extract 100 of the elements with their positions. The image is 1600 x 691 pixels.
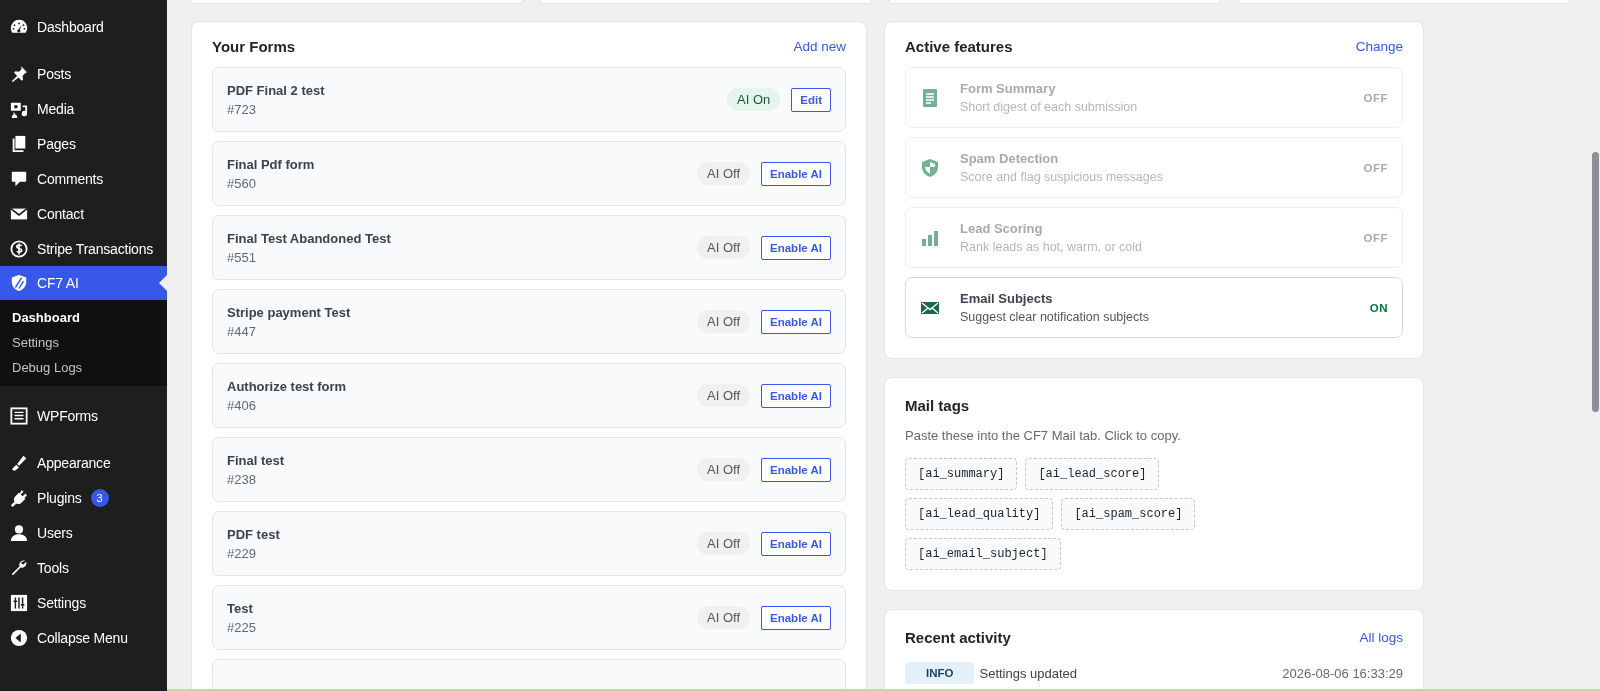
form-id: #560 (227, 175, 257, 191)
panel-description: Paste these into the CF7 Mail tab. Click to copy. (905, 428, 1182, 443)
feature-title: Lead Scoring (960, 221, 1044, 236)
form-row[interactable]: Authorize test form #406 AI Off Enable AI (212, 363, 846, 428)
form-name: Stripe payment Test (227, 304, 352, 320)
feature-state: OFF (1363, 91, 1388, 104)
edit-button[interactable]: Edit (791, 87, 831, 112)
mail-tag-chip[interactable]: [ai_summary] (905, 458, 1018, 490)
enable-ai-button[interactable]: Enable AI (761, 309, 831, 334)
feature-description: Suggest clear notification subjects (960, 310, 1150, 324)
menu-item[interactable]: WPForms (0, 398, 167, 433)
menu-item[interactable]: Users (0, 515, 167, 550)
feature-state: OFF (1363, 161, 1388, 174)
pages-icon (10, 134, 28, 153)
menu-item[interactable]: Media (0, 91, 167, 126)
pin-icon (10, 64, 28, 83)
menu-item[interactable]: Settings (0, 585, 167, 620)
enable-ai-button[interactable]: Enable AI (761, 457, 831, 482)
enable-ai-button[interactable]: Enable AI (761, 605, 831, 630)
ai-status-pill: AI Off (697, 532, 750, 555)
menu-item[interactable]: CF7 AI (0, 266, 167, 300)
form-id: #238 (227, 471, 257, 487)
form-name: Final Pdf form (227, 156, 316, 172)
ai-status-pill: AI Off (697, 236, 750, 259)
ai-status-pill: AI Off (697, 310, 750, 333)
shield-icon (920, 157, 940, 178)
enable-ai-button[interactable]: Enable AI (761, 235, 831, 260)
form-row[interactable]: PDF test #229 AI Off Enable AI (212, 511, 846, 576)
form-name: Final test (227, 452, 286, 468)
menu-item[interactable]: Tools (0, 550, 167, 585)
form-id: #551 (227, 249, 257, 265)
sliders-icon (10, 593, 28, 612)
form-name: PDF Final 2 test (227, 82, 326, 98)
enable-ai-button[interactable]: Enable AI (761, 383, 831, 408)
count-badge: 3 (90, 488, 109, 507)
form-name: Authorize test form (227, 378, 348, 394)
menu-item[interactable]: Comments (0, 161, 167, 196)
menu-item[interactable]: Stripe Transactions (0, 231, 167, 266)
enable-ai-button[interactable]: Enable AI (761, 531, 831, 556)
wrench-icon (10, 558, 28, 577)
mail-tag-chip[interactable]: [ai_lead_score] (1025, 458, 1160, 490)
form-row[interactable]: Test #225 AI Off Enable AI (212, 585, 846, 650)
document-icon (920, 87, 940, 108)
dollar-circle-icon (10, 239, 28, 258)
feature-description: Score and flag suspicious messages (960, 170, 1164, 184)
feature-title: Spam Detection (960, 151, 1060, 166)
mail-tag-chip[interactable]: [ai_email_subject] (905, 538, 1061, 570)
mail-tag-chip[interactable]: [ai_spam_score] (1061, 498, 1196, 530)
form-row[interactable]: Final test #238 AI Off Enable AI (212, 437, 846, 502)
paintbrush-icon (10, 453, 28, 472)
ai-status-pill: AI Off (697, 606, 750, 629)
enable-ai-button[interactable]: Enable AI (761, 161, 831, 186)
scrollbar-thumb[interactable] (1592, 152, 1599, 412)
form-id: #447 (227, 323, 257, 339)
mail-tag-chip[interactable]: [ai_lead_quality] (905, 498, 1054, 530)
menu-item[interactable]: Pages (0, 126, 167, 161)
form-name: Final Test Abandoned Test (227, 230, 392, 246)
panel-title: Recent activity (905, 629, 1011, 646)
menu-item[interactable]: Plugins 3 (0, 480, 167, 515)
feature-description: Rank leads as hot, warm, or cold (960, 240, 1144, 254)
submenu-item[interactable]: Debug Logs (0, 355, 95, 380)
form-id: #225 (227, 619, 257, 635)
add-new-link[interactable]: Add new (793, 39, 846, 54)
speech-bubble-icon (10, 169, 28, 188)
feature-title: Email Subjects (960, 291, 1054, 306)
change-link[interactable]: Change (1355, 39, 1403, 54)
form-row[interactable]: Final Test Abandoned Test #551 AI Off Enable AI (212, 215, 846, 280)
menu-item[interactable]: Posts (0, 56, 167, 91)
ai-status-pill: AI Off (697, 384, 750, 407)
menu-item[interactable]: Appearance (0, 445, 167, 480)
form-name: PDF test (227, 526, 281, 542)
ai-status-pill: AI Off (697, 162, 750, 185)
log-level-badge: INFO (905, 662, 975, 684)
form-list-icon (10, 406, 28, 425)
dashboard-gauge-icon (10, 17, 28, 36)
menu-item[interactable]: Collapse Menu (0, 620, 167, 655)
ai-status-pill: AI On (727, 88, 781, 111)
menu-item[interactable]: Contact (0, 196, 167, 231)
panel-title: Mail tags (905, 397, 970, 414)
panel-title: Active features (905, 38, 1013, 55)
form-row[interactable]: Stripe payment Test #447 AI Off Enable AI (212, 289, 846, 354)
plug-icon (10, 488, 28, 507)
form-id: #723 (227, 101, 257, 117)
submenu-item[interactable]: Dashboard (0, 305, 92, 330)
panel-title: Your Forms (212, 38, 296, 55)
form-name: Test (227, 600, 254, 616)
ai-status-pill: AI Off (697, 458, 750, 481)
user-icon (10, 523, 28, 542)
log-message: Settings updated (979, 665, 1079, 681)
form-id: #406 (227, 397, 257, 413)
submenu-item[interactable]: Settings (0, 330, 71, 355)
feature-state: OFF (1363, 231, 1388, 244)
form-row[interactable]: PDF Final 2 test #723 AI On Edit (212, 67, 846, 132)
shield-icon (10, 274, 28, 292)
log-time: 2026-08-06 16:33:29 (1282, 665, 1403, 681)
feature-state: ON (1369, 301, 1388, 314)
form-row[interactable]: Final Pdf form #560 AI Off Enable AI (212, 141, 846, 206)
all-logs-link[interactable]: All logs (1359, 630, 1403, 645)
feature-description: Short digest of each submission (960, 100, 1139, 114)
menu-item[interactable]: Dashboard (0, 9, 167, 44)
